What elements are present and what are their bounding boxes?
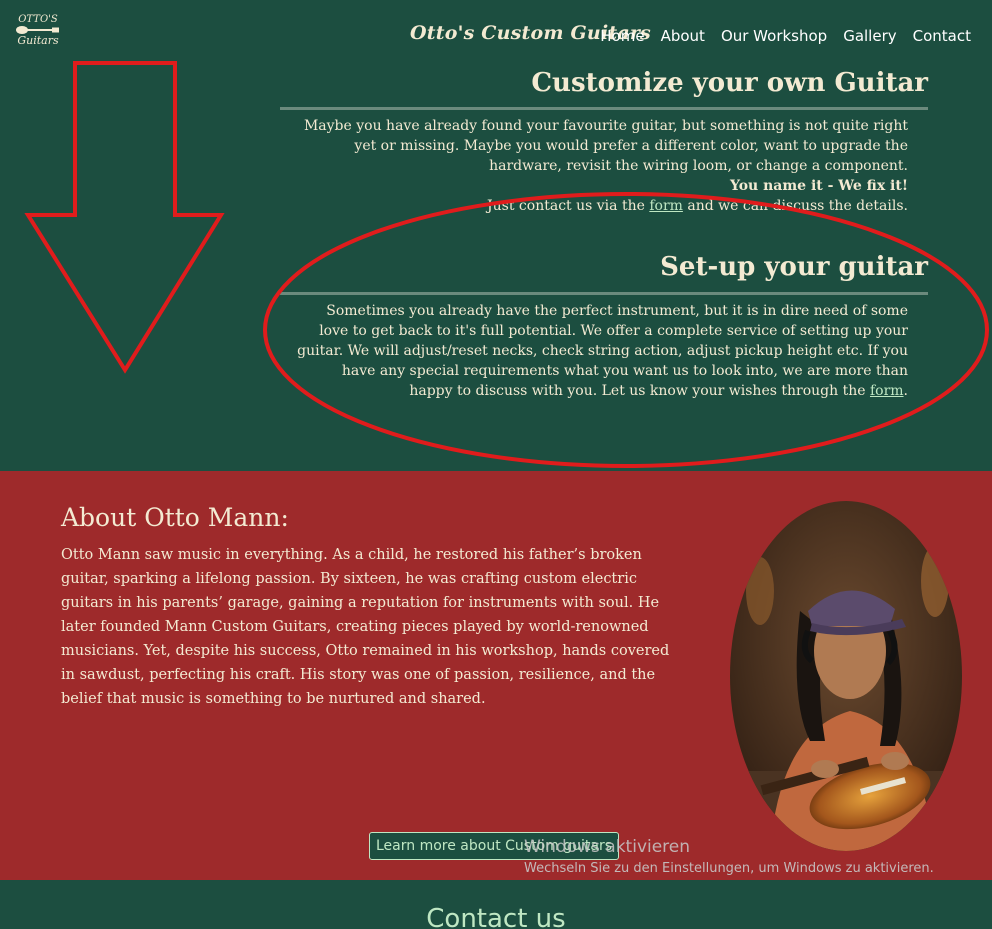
customize-line3: hardware, revisit the wiring loom, or ch…	[489, 158, 908, 174]
contact-title: Contact us	[426, 904, 566, 929]
watermark-line2: Wechseln Sie zu den Einstellungen, um Wi…	[524, 861, 934, 876]
customize-line5: Just contact us via the form and we can …	[268, 196, 908, 216]
customize-text: Maybe you have already found your favour…	[268, 116, 908, 216]
customize-line5-pre: Just contact us via the	[487, 198, 645, 214]
customize-line5-post: and we can discuss the details.	[687, 198, 908, 214]
setup-line5-pre: happy to discuss with you. Let us know y…	[409, 383, 866, 399]
setup-line3: guitar. We will adjust/reset necks, chec…	[297, 343, 908, 359]
customize-form-link[interactable]: form	[649, 198, 683, 214]
setup-title: Set-up your guitar	[660, 252, 928, 282]
nav-about[interactable]: About	[661, 27, 705, 45]
about-section: About Otto Mann: Otto Mann saw music in …	[0, 471, 992, 880]
logo-line1: OTTO'S	[18, 14, 58, 25]
portrait-illustration	[730, 501, 962, 851]
nav-gallery[interactable]: Gallery	[843, 27, 896, 45]
setup-text: Sometimes you already have the perfect i…	[268, 301, 908, 401]
customize-slogan: You name it - We fix it!	[729, 178, 908, 194]
setup-line5-post: .	[903, 383, 908, 399]
setup-form-link[interactable]: form	[870, 383, 904, 399]
setup-heading-wrap: Set-up your guitar	[660, 252, 928, 282]
nav-contact[interactable]: Contact	[913, 27, 971, 45]
nav-workshop[interactable]: Our Workshop	[721, 27, 827, 45]
main-nav: Home About Our Workshop Gallery Contact	[600, 27, 971, 45]
otto-portrait-image	[730, 501, 962, 851]
about-text: Otto Mann saw music in everything. As a …	[61, 547, 670, 707]
services-section: OTTO'S Guitars Otto's Custom Guitars Hom…	[0, 0, 992, 471]
logo[interactable]: OTTO'S Guitars	[12, 14, 64, 58]
windows-activation-watermark: Windows aktivieren Wechseln Sie zu den E…	[524, 837, 934, 876]
setup-line5: happy to discuss with you. Let us know y…	[268, 381, 908, 401]
customize-title: Customize your own Guitar	[531, 68, 928, 98]
setup-line1: Sometimes you already have the perfect i…	[326, 303, 908, 319]
customize-divider	[280, 107, 928, 110]
customize-line2: yet or missing. Maybe you would prefer a…	[354, 138, 908, 154]
watermark-line1: Windows aktivieren	[524, 837, 691, 857]
contact-section: Contact us	[0, 880, 992, 929]
customize-line1: Maybe you have already found your favour…	[303, 118, 908, 134]
logo-line2: Guitars	[17, 34, 59, 47]
setup-line2: love to get back to it's full potential.…	[319, 323, 908, 339]
nav-home[interactable]: Home	[600, 27, 644, 45]
customize-heading-wrap: Customize your own Guitar	[531, 68, 928, 98]
setup-line4: have any special requirements what you w…	[341, 363, 908, 379]
about-title: About Otto Mann:	[61, 503, 289, 532]
setup-divider	[280, 292, 928, 295]
